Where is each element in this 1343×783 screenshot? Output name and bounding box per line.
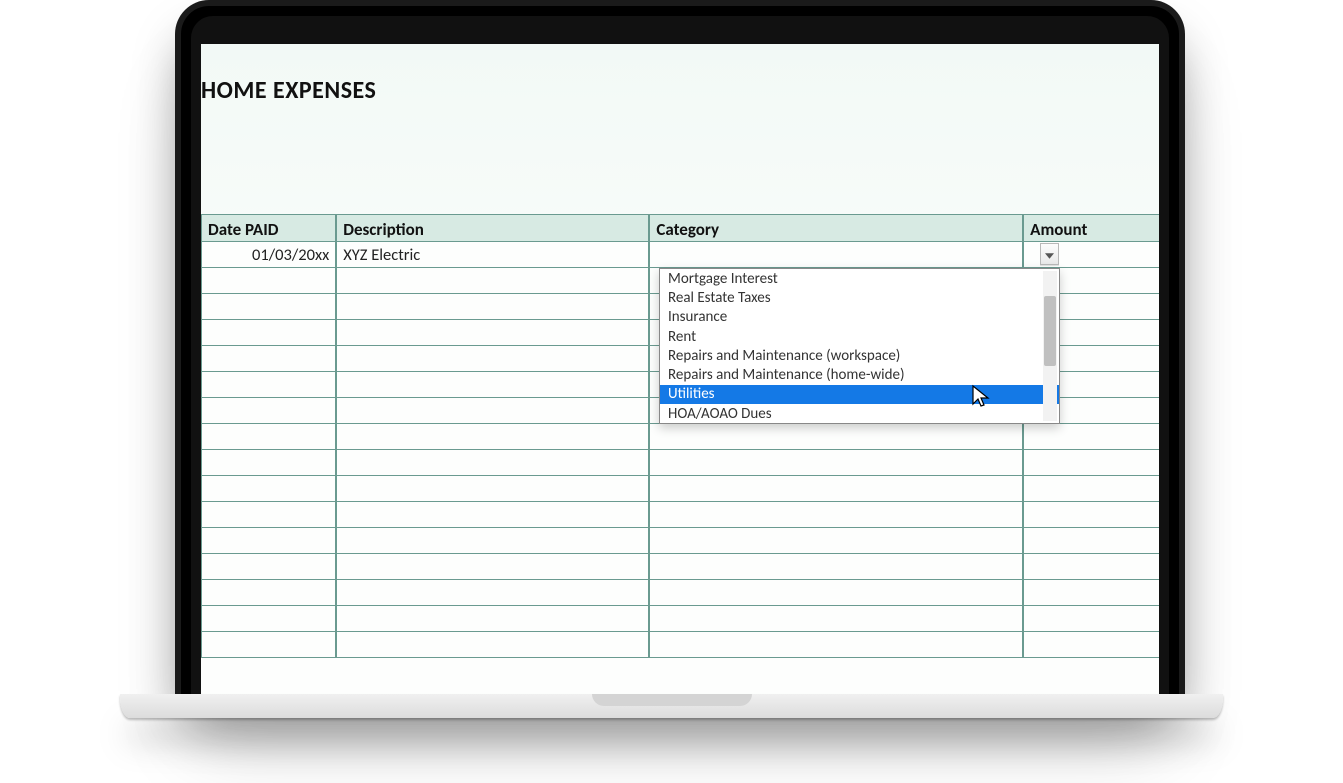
cell-description[interactable]: XYZ Electric xyxy=(336,242,649,268)
cell-empty[interactable] xyxy=(201,450,336,476)
table-row xyxy=(201,476,1159,502)
cell-empty[interactable] xyxy=(1023,554,1159,580)
dropdown-option[interactable]: Rent xyxy=(660,327,1059,346)
cell-empty[interactable] xyxy=(649,554,1023,580)
table-row xyxy=(201,606,1159,632)
table-row xyxy=(201,450,1159,476)
cell-empty[interactable] xyxy=(649,502,1023,528)
cell-empty[interactable] xyxy=(201,476,336,502)
cell-date[interactable]: 01/03/20xx xyxy=(201,242,336,268)
table-row xyxy=(201,528,1159,554)
dropdown-scrollbar-thumb[interactable] xyxy=(1044,296,1056,366)
column-header-amount: Amount xyxy=(1023,214,1159,242)
table-row xyxy=(201,502,1159,528)
cell-empty[interactable] xyxy=(201,528,336,554)
cell-empty[interactable] xyxy=(1023,476,1159,502)
cell-empty[interactable] xyxy=(336,294,649,320)
cell-empty[interactable] xyxy=(201,424,336,450)
cell-empty[interactable] xyxy=(1023,580,1159,606)
cell-empty[interactable] xyxy=(336,606,649,632)
dropdown-option[interactable]: Real Estate Taxes xyxy=(660,288,1059,307)
column-header-category: Category xyxy=(649,214,1023,242)
category-dropdown-button[interactable] xyxy=(1040,243,1059,265)
cell-empty[interactable] xyxy=(336,450,649,476)
dropdown-option[interactable]: Repairs and Maintenance (workspace) xyxy=(660,346,1059,365)
cell-empty[interactable] xyxy=(201,398,336,424)
cell-empty[interactable] xyxy=(201,554,336,580)
dropdown-option[interactable]: Repairs and Maintenance (home-wide) xyxy=(660,365,1059,384)
table-row: 01/03/20xx XYZ Electric Mortgage Interes… xyxy=(201,242,1159,268)
laptop-base xyxy=(120,694,1223,718)
cell-empty[interactable] xyxy=(201,294,336,320)
table-row xyxy=(201,554,1159,580)
cell-empty[interactable] xyxy=(649,424,1023,450)
cell-empty[interactable] xyxy=(336,554,649,580)
cell-empty[interactable] xyxy=(201,606,336,632)
cell-empty[interactable] xyxy=(336,632,649,658)
spreadsheet: Date PAID Description Category Amount 01… xyxy=(201,214,1159,700)
page-title: HOME EXPENSES xyxy=(201,76,376,105)
dropdown-option[interactable]: Insurance xyxy=(660,308,1059,327)
cell-empty[interactable] xyxy=(336,398,649,424)
table-header-row: Date PAID Description Category Amount xyxy=(201,214,1159,242)
laptop-bezel: HOME EXPENSES Date PAID Description Cate… xyxy=(191,16,1169,700)
dropdown-option[interactable]: HOA/AOAO Dues xyxy=(660,404,1059,423)
cell-empty[interactable] xyxy=(201,372,336,398)
cell-empty[interactable] xyxy=(201,580,336,606)
cell-empty[interactable] xyxy=(336,424,649,450)
cell-empty[interactable] xyxy=(336,320,649,346)
cell-empty[interactable] xyxy=(336,502,649,528)
table-row xyxy=(201,580,1159,606)
cell-empty[interactable] xyxy=(201,502,336,528)
cell-empty[interactable] xyxy=(336,346,649,372)
screen: HOME EXPENSES Date PAID Description Cate… xyxy=(201,44,1159,700)
dropdown-scrollbar[interactable] xyxy=(1043,271,1057,421)
cell-empty[interactable] xyxy=(1023,632,1159,658)
table-row xyxy=(201,424,1159,450)
cell-empty[interactable] xyxy=(1023,606,1159,632)
cell-empty[interactable] xyxy=(1023,424,1159,450)
cell-empty[interactable] xyxy=(201,346,336,372)
dropdown-option-selected[interactable]: Utilities xyxy=(660,385,1059,404)
cell-empty[interactable] xyxy=(649,632,1023,658)
cell-empty[interactable] xyxy=(201,268,336,294)
laptop-notch xyxy=(592,694,752,706)
cell-empty[interactable] xyxy=(649,528,1023,554)
cell-empty[interactable] xyxy=(201,320,336,346)
cell-empty[interactable] xyxy=(336,372,649,398)
cell-empty[interactable] xyxy=(1023,450,1159,476)
cell-category[interactable] xyxy=(649,242,1023,268)
cell-empty[interactable] xyxy=(336,268,649,294)
cell-empty[interactable] xyxy=(649,476,1023,502)
chevron-down-icon xyxy=(1045,245,1054,264)
cell-empty[interactable] xyxy=(201,632,336,658)
cell-empty[interactable] xyxy=(649,580,1023,606)
column-header-date: Date PAID xyxy=(201,214,336,242)
table-row xyxy=(201,632,1159,658)
cell-empty[interactable] xyxy=(649,450,1023,476)
cell-empty[interactable] xyxy=(336,580,649,606)
column-header-description: Description xyxy=(336,214,649,242)
cell-empty[interactable] xyxy=(336,476,649,502)
cell-empty[interactable] xyxy=(336,528,649,554)
category-dropdown-list: Mortgage Interest Real Estate Taxes Insu… xyxy=(659,268,1060,424)
cell-empty[interactable] xyxy=(649,606,1023,632)
dropdown-option[interactable]: Mortgage Interest xyxy=(660,269,1059,288)
cell-empty[interactable] xyxy=(1023,502,1159,528)
laptop-frame: HOME EXPENSES Date PAID Description Cate… xyxy=(175,0,1185,700)
cell-empty[interactable] xyxy=(1023,528,1159,554)
